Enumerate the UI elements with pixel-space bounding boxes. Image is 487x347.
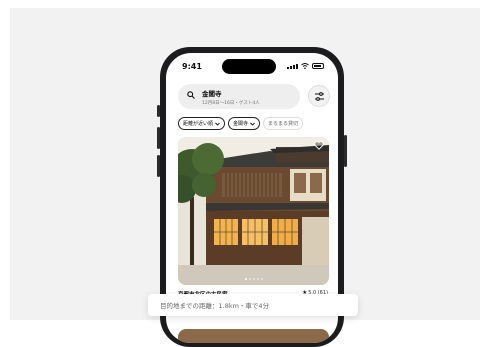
status-icons (287, 63, 324, 69)
chip-label: 距離が近い順 (183, 121, 214, 127)
listing-photo[interactable] (178, 137, 329, 285)
filter-chips: 距離が近い順 金閣寺 まるまる貸切 (178, 117, 304, 130)
search-destination: 金閣寺 (202, 90, 222, 98)
chevron-down-icon (215, 122, 220, 126)
chip-entire-place[interactable]: まるまる貸切 (263, 117, 304, 130)
chip-destination[interactable]: 金閣寺 (228, 117, 261, 130)
photo-pagination (178, 278, 329, 280)
dynamic-island (222, 59, 276, 74)
battery-icon (312, 63, 324, 69)
next-listing-photo[interactable] (178, 329, 329, 343)
volume-down-button (157, 155, 160, 177)
pagination-dot (256, 278, 259, 280)
search-bar[interactable]: 金閣寺 12月8日～16日・ゲスト4人 (178, 84, 300, 109)
power-button (344, 135, 347, 167)
pagination-dot (244, 278, 247, 280)
chip-label: まるまる貸切 (268, 121, 299, 127)
sliders-icon (315, 92, 324, 101)
distance-tooltip: 目的地までの距離：1.8km・車で4分 (148, 294, 358, 316)
chip-sort-distance[interactable]: 距離が近い順 (178, 117, 226, 130)
status-time: 9:41 (182, 62, 202, 71)
signal-icon (287, 64, 298, 69)
machiya-house-image (178, 137, 329, 285)
volume-up-button (157, 127, 160, 149)
search-summary: 金閣寺 12月8日～16日・ゲスト4人 (202, 88, 260, 106)
pagination-dot (248, 278, 251, 280)
search-icon (187, 91, 195, 99)
wifi-icon (301, 63, 309, 69)
filter-button[interactable] (308, 85, 330, 107)
pagination-dot (260, 278, 263, 280)
heart-icon[interactable] (314, 141, 324, 150)
chevron-down-icon (250, 122, 255, 126)
action-button (157, 105, 160, 117)
chip-label: 金閣寺 (233, 121, 249, 127)
search-dates-guests: 12月8日～16日・ゲスト4人 (202, 101, 260, 106)
pagination-dot (252, 278, 255, 280)
